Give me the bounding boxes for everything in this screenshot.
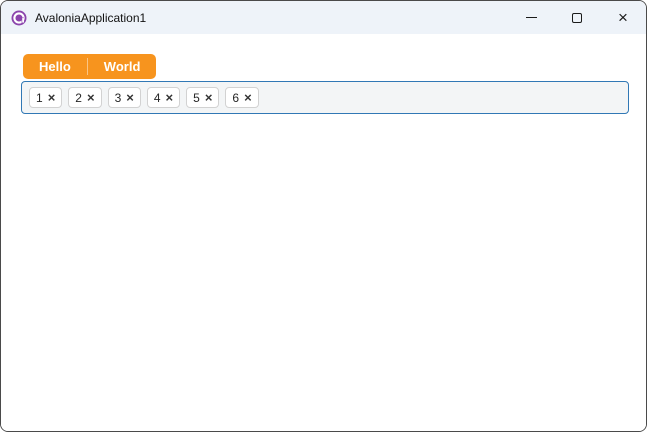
chip-remove-button[interactable]: ×: [87, 91, 95, 104]
chip-remove-button[interactable]: ×: [126, 91, 134, 104]
window-title: AvaloniaApplication1: [35, 10, 147, 25]
chip-remove-button[interactable]: ×: [244, 91, 252, 104]
hello-button[interactable]: Hello: [23, 54, 87, 79]
close-button[interactable]: ×: [600, 1, 646, 34]
chip-4: 4 ×: [146, 87, 181, 108]
minimize-icon: [525, 17, 537, 18]
world-button[interactable]: World: [88, 54, 157, 79]
avalonia-logo-icon: [11, 10, 27, 26]
close-icon: ×: [126, 90, 134, 105]
close-icon: ×: [47, 90, 56, 105]
chip-label: 2: [75, 90, 82, 105]
chip-5: 5 ×: [186, 87, 220, 108]
chip-label: 3: [114, 90, 122, 105]
close-icon: ×: [165, 90, 174, 105]
close-icon: ×: [244, 90, 252, 105]
chip-remove-button[interactable]: ×: [48, 91, 56, 104]
close-icon: ×: [204, 90, 213, 105]
app-window: AvaloniaApplication1 × Hello World 1 × 2…: [0, 0, 647, 432]
chip-label: 5: [193, 90, 200, 105]
chip-label: 6: [232, 90, 240, 105]
titlebar[interactable]: AvaloniaApplication1 ×: [1, 1, 646, 34]
hello-world-button-group: Hello World: [23, 54, 157, 79]
chip-label: 1: [36, 90, 43, 105]
chip-3: 3 ×: [107, 87, 141, 108]
window-controls: ×: [508, 1, 646, 34]
chip-2: 2 ×: [68, 87, 102, 108]
close-icon: ×: [86, 90, 95, 105]
minimize-button[interactable]: [508, 1, 554, 34]
chip-6: 6 ×: [225, 87, 259, 108]
chip-remove-button[interactable]: ×: [205, 91, 213, 104]
chip-label: 4: [153, 90, 161, 105]
tag-input-box[interactable]: 1 × 2 × 3 × 4 × 5 × 6 ×: [21, 81, 629, 114]
close-icon: ×: [618, 8, 628, 27]
chip-1: 1 ×: [29, 87, 63, 108]
chip-remove-button[interactable]: ×: [166, 91, 174, 104]
maximize-icon: [572, 12, 582, 23]
maximize-button[interactable]: [554, 1, 600, 34]
content-area: Hello World 1 × 2 × 3 × 4 × 5 × 6 ×: [1, 34, 646, 431]
